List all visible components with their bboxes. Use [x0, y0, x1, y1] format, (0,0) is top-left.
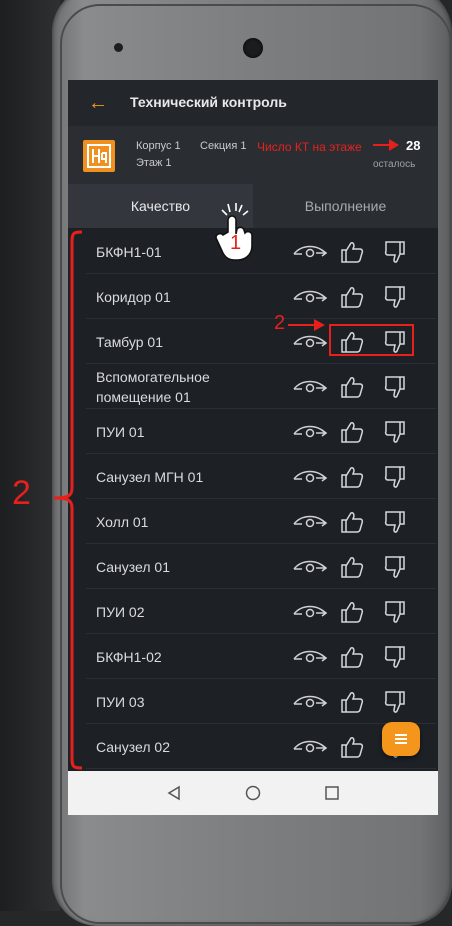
list-item-name: Санузел МГН 01: [96, 469, 204, 485]
back-arrow-icon[interactable]: ←: [88, 93, 108, 113]
thumbs-up-icon[interactable]: [340, 600, 364, 624]
system-nav-bar: [68, 771, 438, 815]
thumbs-down-icon[interactable]: [384, 465, 408, 489]
thumbs-up-icon[interactable]: [340, 735, 364, 759]
kt-annotation-label: Число КТ на этаже: [257, 140, 362, 154]
location-info-panel: Корпус 1 Секция 1 Этаж 1 Число КТ на эта…: [68, 126, 438, 184]
view-eye-icon[interactable]: [292, 330, 328, 352]
view-eye-icon[interactable]: [292, 285, 328, 307]
thumbs-up-icon[interactable]: [340, 510, 364, 534]
thumbs-down-icon[interactable]: [384, 285, 408, 309]
kt-count: 28: [406, 138, 421, 153]
etazh-label: Этаж 1: [136, 157, 172, 169]
thumbs-up-icon[interactable]: [340, 645, 364, 669]
view-eye-icon[interactable]: [292, 735, 328, 757]
list-bracket: [53, 230, 83, 770]
thumbs-down-icon[interactable]: [384, 375, 408, 399]
view-eye-icon[interactable]: [292, 600, 328, 622]
list-item[interactable]: Коридор 01: [86, 275, 436, 319]
thumbs-down-icon[interactable]: [384, 690, 408, 714]
list-item-name: Санузел 01: [96, 559, 170, 575]
list-item-name: Холл 01: [96, 514, 149, 530]
thumbs-up-icon[interactable]: [340, 375, 364, 399]
sekciya-label: Секция 1: [200, 140, 247, 152]
list-item[interactable]: ПУИ 02: [86, 590, 436, 634]
view-eye-icon[interactable]: [292, 420, 328, 442]
list-item-name: ПУИ 03: [96, 694, 145, 710]
highlight-box: [329, 324, 414, 356]
home-circle-icon[interactable]: [245, 785, 261, 801]
list-item-name: БКФН1-01: [96, 244, 162, 260]
sensor-icon: [114, 43, 123, 52]
list-item-name: ПУИ 02: [96, 604, 145, 620]
thumbs-down-icon[interactable]: [384, 240, 408, 264]
list-item[interactable]: Вспомогательное помещение 01: [86, 365, 436, 409]
list-step-marker: 2: [12, 474, 31, 512]
thumbs-up-icon[interactable]: [340, 240, 364, 264]
annotation-arrow-icon: [373, 139, 399, 151]
thumbs-down-icon[interactable]: [384, 645, 408, 669]
menu-fab-button[interactable]: [382, 722, 420, 756]
thumbs-up-icon[interactable]: [340, 465, 364, 489]
list-item[interactable]: ПУИ 01: [86, 410, 436, 454]
list-item[interactable]: Санузел 01: [86, 545, 436, 589]
thumbs-down-icon[interactable]: [384, 600, 408, 624]
list-item-name: БКФН1-02: [96, 649, 162, 665]
thumbs-down-icon[interactable]: [384, 510, 408, 534]
view-eye-icon[interactable]: [292, 510, 328, 532]
thumbs-up-icon[interactable]: [340, 555, 364, 579]
list-item[interactable]: БКФН1-01: [86, 230, 436, 274]
view-eye-icon[interactable]: [292, 555, 328, 577]
thumbs-down-icon[interactable]: [384, 555, 408, 579]
list-item-name: Вспомогательное помещение 01: [96, 369, 210, 405]
list-item-name: Коридор 01: [96, 289, 171, 305]
list-item[interactable]: Холл 01: [86, 500, 436, 544]
row-step-marker: 2: [274, 312, 286, 334]
view-eye-icon[interactable]: [292, 645, 328, 667]
tab-execution[interactable]: Выполнение: [253, 184, 438, 228]
menu-icon: [395, 734, 407, 744]
thumbs-up-icon[interactable]: [340, 690, 364, 714]
app-screen: ← Технический контроль Корпус 1 Секция 1…: [68, 80, 438, 815]
view-eye-icon[interactable]: [292, 465, 328, 487]
app-bar: ← Технический контроль: [68, 80, 438, 126]
thumbs-up-icon[interactable]: [340, 420, 364, 444]
thumbs-down-icon[interactable]: [384, 420, 408, 444]
recents-square-icon[interactable]: [324, 785, 340, 801]
view-eye-icon[interactable]: [292, 240, 328, 262]
back-triangle-icon[interactable]: [166, 785, 182, 801]
view-eye-icon[interactable]: [292, 375, 328, 397]
list-item[interactable]: Санузел МГН 01: [86, 455, 436, 499]
list-item[interactable]: БКФН1-02: [86, 635, 436, 679]
list-item-name: Санузел 02: [96, 739, 170, 755]
page-title: Технический контроль: [130, 94, 287, 110]
list-item-name: ПУИ 01: [96, 424, 145, 440]
kt-remaining-label: осталось: [373, 159, 416, 170]
building-logo-icon: [83, 140, 115, 172]
annotation-arrow-icon: [288, 319, 325, 331]
list-item[interactable]: ПУИ 03: [86, 680, 436, 724]
list-item-name: Тамбур 01: [96, 334, 163, 350]
view-eye-icon[interactable]: [292, 690, 328, 712]
thumbs-up-icon[interactable]: [340, 285, 364, 309]
korpus-label: Корпус 1: [136, 140, 181, 152]
camera-icon: [243, 38, 263, 58]
